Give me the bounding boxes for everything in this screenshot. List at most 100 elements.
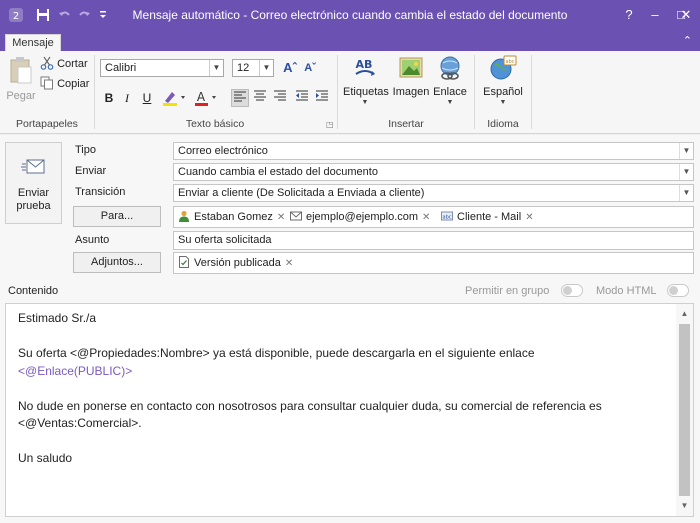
ribbon-tab-row: Mensaje ⌃ bbox=[0, 31, 700, 52]
help-button[interactable]: ? bbox=[618, 6, 640, 24]
collapse-ribbon-icon[interactable]: ⌃ bbox=[683, 34, 692, 47]
enlace-button[interactable]: Enlace ▼ bbox=[432, 55, 468, 106]
etiquetas-button[interactable]: AB Etiquetas ▼ bbox=[343, 55, 389, 106]
para-button[interactable]: Para... bbox=[73, 206, 161, 227]
field-abc-icon: abc bbox=[441, 211, 453, 221]
transicion-select[interactable]: Enviar a cliente (De Solicitada a Enviad… bbox=[173, 184, 694, 202]
font-size-select[interactable]: 12 ▼ bbox=[232, 59, 274, 77]
remove-icon[interactable]: ✕ bbox=[525, 212, 533, 223]
remove-icon[interactable]: ✕ bbox=[422, 212, 430, 223]
enlace-tag: <@Enlace(PUBLIC)> bbox=[18, 363, 133, 378]
paragraph-1: Su oferta <@Propiedades:Nombre> ya está … bbox=[18, 346, 535, 360]
group-label-portapapeles: Portapapeles bbox=[16, 118, 78, 130]
highlighter-icon bbox=[163, 92, 185, 106]
group-label-texto-basico: Texto básico bbox=[185, 118, 245, 130]
recipient-chip[interactable]: abc Cliente - Mail ✕ bbox=[441, 210, 534, 224]
comercial-tag: <@Ventas:Comercial>. bbox=[18, 416, 142, 430]
user-icon bbox=[179, 210, 189, 222]
chevron-down-icon: ▼ bbox=[259, 60, 273, 76]
chevron-down-icon: ▼ bbox=[446, 99, 454, 106]
scroll-down-icon[interactable]: ▼ bbox=[676, 498, 693, 514]
tag-ab-icon: AB bbox=[355, 58, 375, 76]
italic-button[interactable]: I bbox=[118, 89, 136, 107]
tipo-select[interactable]: Correo electrónico ▼ bbox=[173, 142, 694, 160]
title-bar: 2 Mensaje automático - Correo electrónic… bbox=[0, 0, 700, 31]
greeting-line: Estimado Sr./a bbox=[18, 311, 97, 325]
document-icon bbox=[179, 256, 189, 268]
ribbon: Pegar Cortar Copiar Portapapeles Calibri… bbox=[0, 51, 700, 134]
permitir-grupo-toggle[interactable] bbox=[561, 284, 583, 297]
recipient-chip[interactable]: Estaban Gomez ✕ bbox=[178, 210, 285, 224]
scroll-thumb[interactable] bbox=[679, 324, 690, 496]
language-globe-icon: abc bbox=[490, 55, 517, 80]
chevron-down-icon: ▼ bbox=[679, 143, 693, 159]
remove-icon[interactable]: ✕ bbox=[277, 212, 285, 223]
image-icon bbox=[399, 57, 423, 78]
chevron-down-icon: ▼ bbox=[209, 60, 223, 76]
send-mail-icon bbox=[20, 159, 44, 174]
scissors-icon bbox=[40, 56, 54, 70]
decrease-indent-icon[interactable] bbox=[293, 89, 311, 107]
copy-icon bbox=[40, 76, 53, 90]
tab-mensaje[interactable]: Mensaje bbox=[5, 34, 61, 52]
remove-icon[interactable]: ✕ bbox=[285, 258, 293, 269]
align-center-icon[interactable] bbox=[251, 89, 269, 107]
imagen-button[interactable]: Imagen bbox=[391, 55, 431, 98]
align-left-icon[interactable] bbox=[231, 89, 249, 107]
recipients-field[interactable]: Estaban Gomez ✕ ejemplo@ejemplo.com ✕ abc … bbox=[173, 206, 694, 228]
send-test-button[interactable]: Enviar prueba bbox=[5, 142, 62, 224]
align-right-icon[interactable] bbox=[271, 89, 289, 107]
modo-html-toggle[interactable] bbox=[667, 284, 689, 297]
link-globe-icon bbox=[440, 56, 460, 80]
chevron-down-icon: ▼ bbox=[361, 99, 369, 106]
window-title: Mensaje automático - Correo electrónico … bbox=[132, 8, 568, 22]
highlight-color-button[interactable] bbox=[160, 89, 188, 107]
message-form: Enviar prueba Tipo Correo electrónico ▼ … bbox=[0, 135, 700, 523]
minimize-button[interactable]: – bbox=[644, 6, 666, 24]
font-family-select[interactable]: Calibri ▼ bbox=[100, 59, 224, 77]
group-label-insertar: Insertar bbox=[388, 118, 424, 130]
scroll-up-icon[interactable]: ▲ bbox=[676, 306, 693, 322]
copiar-button[interactable]: Copiar bbox=[40, 75, 89, 93]
modo-html-label: Modo HTML bbox=[596, 285, 657, 297]
editor-scrollbar[interactable]: ▲ ▼ bbox=[676, 304, 693, 516]
increase-indent-icon[interactable] bbox=[313, 89, 331, 107]
transicion-label: Transición bbox=[75, 186, 126, 198]
enviar-label: Enviar bbox=[75, 165, 107, 177]
cortar-button[interactable]: Cortar bbox=[40, 55, 88, 73]
closing-line: Un saludo bbox=[18, 451, 73, 465]
grow-font-icon[interactable]: Aˆ bbox=[281, 59, 299, 77]
pegar-button[interactable]: Pegar bbox=[6, 55, 36, 102]
svg-text:abc: abc bbox=[506, 59, 515, 65]
attachment-chip[interactable]: Versión publicada ✕ bbox=[178, 256, 293, 270]
permitir-grupo-label: Permitir en grupo bbox=[465, 285, 550, 297]
asunto-label: Asunto bbox=[75, 234, 110, 246]
underline-button[interactable]: U bbox=[138, 89, 156, 107]
shrink-font-icon[interactable]: Aˇ bbox=[301, 59, 319, 77]
svg-text:AB: AB bbox=[356, 58, 373, 71]
font-color-icon: A bbox=[195, 90, 216, 106]
bold-button[interactable]: B bbox=[100, 89, 118, 107]
font-color-button[interactable]: A bbox=[192, 89, 220, 107]
editor-body[interactable]: Estimado Sr./a Su oferta <@Propiedades:N… bbox=[18, 310, 668, 468]
espanol-button[interactable]: abc Español ▼ bbox=[480, 55, 526, 106]
dialog-launcher-icon[interactable]: ◳ bbox=[326, 120, 334, 129]
svg-text:A: A bbox=[197, 90, 206, 104]
mail-icon bbox=[290, 211, 302, 221]
chevron-down-icon: ▼ bbox=[499, 99, 507, 106]
attachments-field[interactable]: Versión publicada ✕ bbox=[173, 252, 694, 274]
paragraph-2: No dude en ponerse en contacto con nosot… bbox=[18, 398, 602, 413]
chevron-down-icon: ▼ bbox=[679, 185, 693, 201]
chevron-down-icon: ▼ bbox=[679, 164, 693, 180]
content-editor[interactable]: Estimado Sr./a Su oferta <@Propiedades:N… bbox=[5, 303, 694, 517]
recipient-chip[interactable]: ejemplo@ejemplo.com ✕ bbox=[290, 210, 430, 224]
paste-icon bbox=[10, 57, 32, 84]
enviar-select[interactable]: Cuando cambia el estado del documento ▼ bbox=[173, 163, 694, 181]
asunto-input[interactable]: Su oferta solicitada bbox=[173, 231, 694, 250]
group-label-idioma: Idioma bbox=[487, 118, 519, 130]
close-button[interactable]: ✕ bbox=[676, 6, 696, 24]
contenido-label: Contenido bbox=[8, 285, 59, 297]
tipo-label: Tipo bbox=[75, 144, 96, 156]
adjuntos-button[interactable]: Adjuntos... bbox=[73, 252, 161, 273]
svg-text:abc: abc bbox=[443, 214, 452, 220]
